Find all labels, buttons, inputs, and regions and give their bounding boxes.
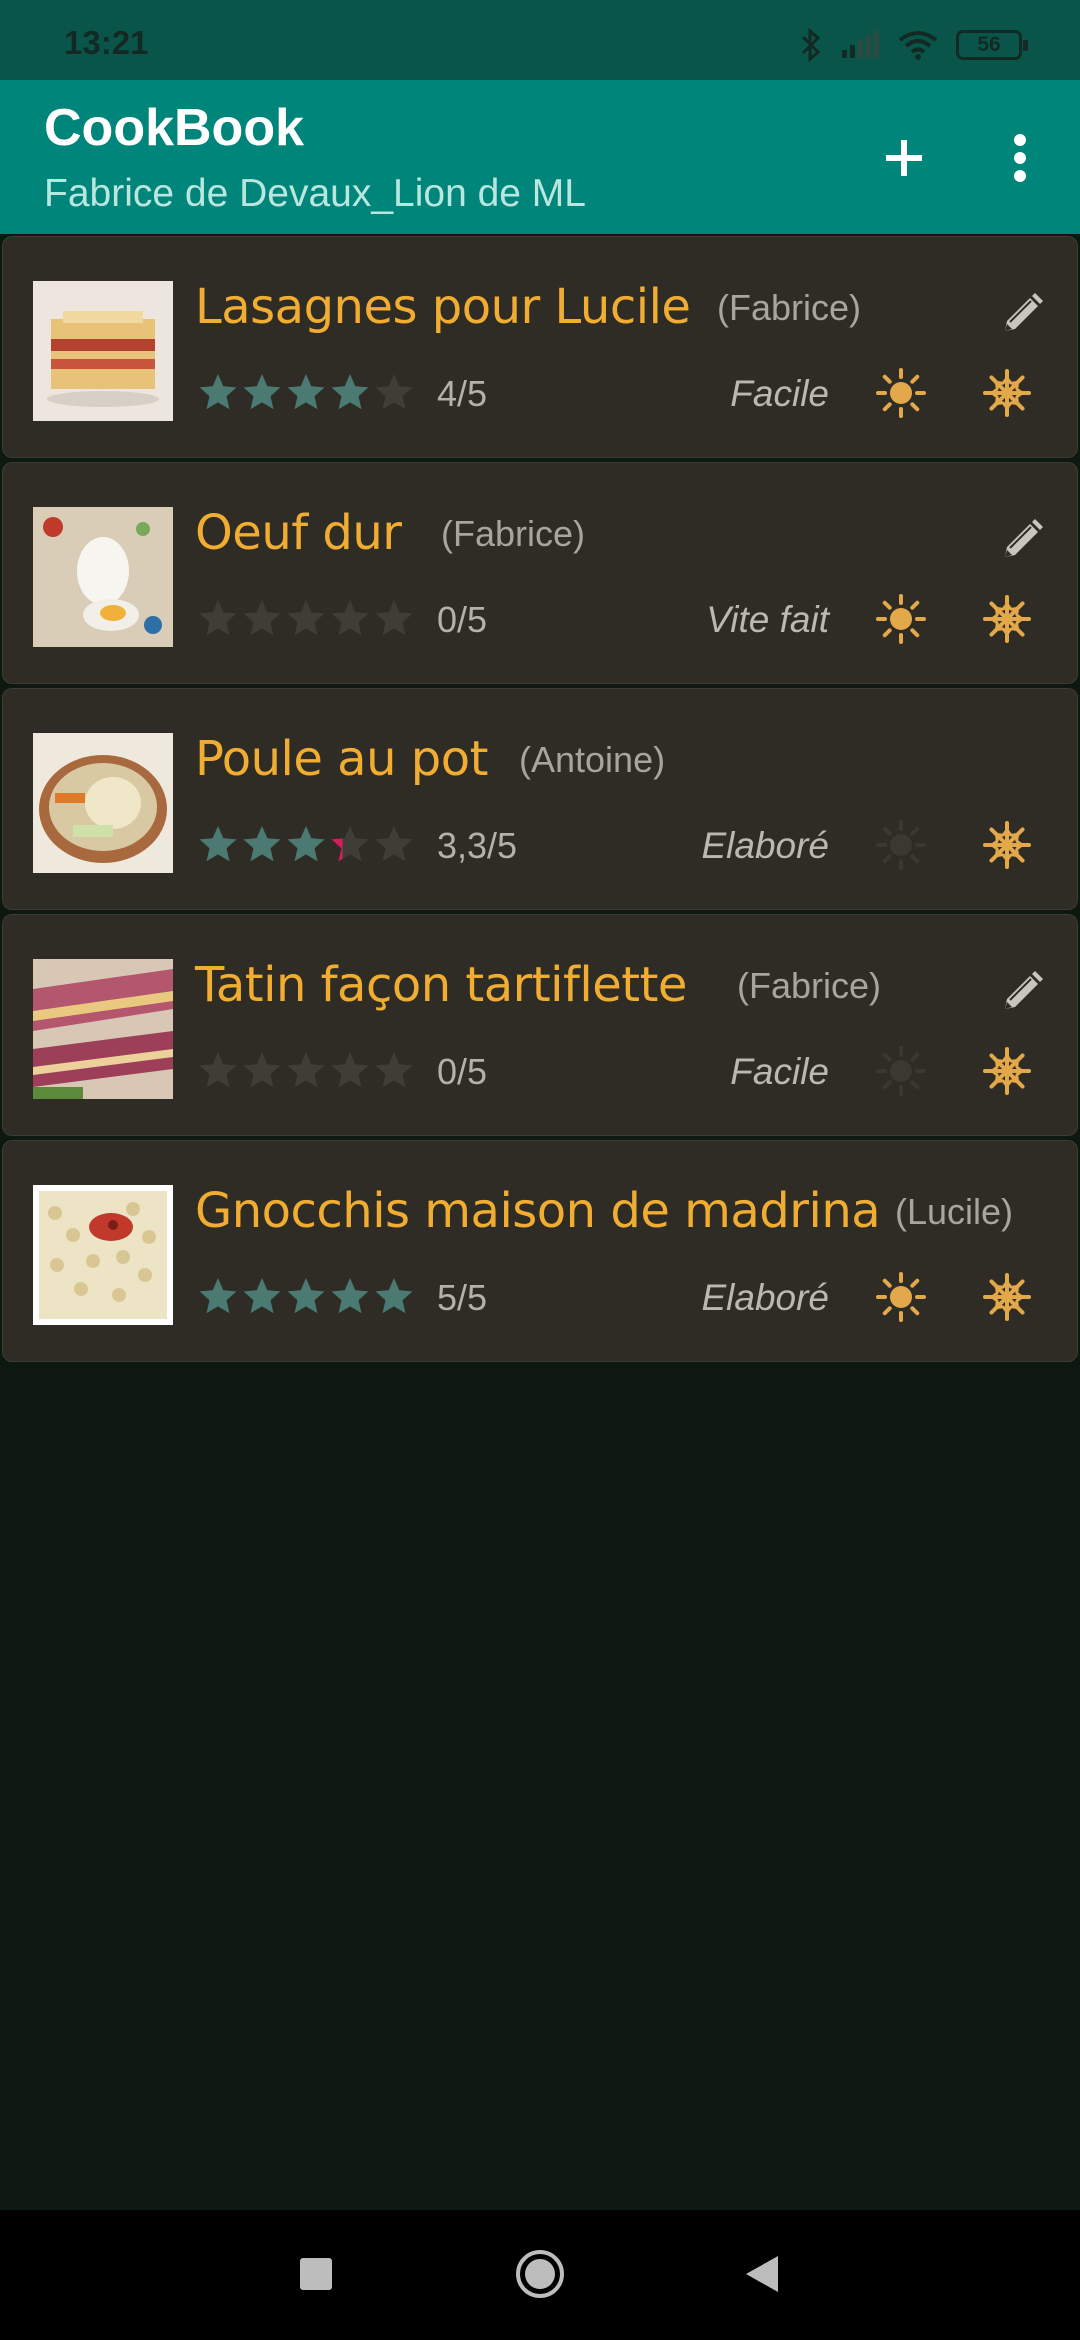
rating-text: 5/5 [437,1277,488,1318]
star-icon [331,374,369,410]
plus-icon [886,140,922,176]
star-icon [375,1052,413,1088]
star-icon [375,600,413,636]
edit-icon[interactable] [997,967,1047,1017]
star-icon [243,826,281,862]
recipe-title: Poule au pot [195,731,488,787]
star-icon [199,1278,237,1314]
star-icon [287,374,325,410]
winter-snowflake-icon [983,595,1031,643]
bluetooth-icon [801,28,821,62]
star-icon [243,600,281,636]
recipe-title: Gnocchis maison de madrina [195,1183,881,1239]
rating-stars [197,1049,415,1091]
star-icon [375,374,413,410]
recipe-thumbnail [33,959,173,1099]
star-icon [199,600,237,636]
recipe-photo [33,1185,173,1325]
add-recipe-button[interactable] [872,126,936,190]
winter-snowflake-icon [983,369,1031,417]
summer-sun-icon [876,820,926,870]
more-vert-icon [1014,134,1026,182]
rating-stars [197,597,415,639]
recipe-title: Oeuf dur [195,505,402,561]
star-icon [331,600,369,636]
summer-sun-icon [876,368,926,418]
recipe-card[interactable]: Poule au pot (Antoine) 3,3/5 Elaboré [2,688,1078,910]
recipe-photo [33,733,173,873]
status-bar: 13:21 56 [0,0,1080,80]
star-icon [287,600,325,636]
difficulty-label: Elaboré [701,1277,829,1318]
recipe-photo [33,281,173,421]
recipe-thumbnail [33,281,173,421]
recipe-card[interactable]: Gnocchis maison de madrina (Lucile) 5/5 … [2,1140,1078,1362]
summer-sun-icon [876,1046,926,1096]
difficulty-label: Facile [730,1051,829,1092]
rating-text: 0/5 [437,599,488,640]
winter-snowflake-icon [983,821,1031,869]
rating-stars [197,371,415,413]
recipe-photo [33,959,173,1099]
star-icon [287,1052,325,1088]
recipe-author: (Fabrice) [737,965,882,1006]
star-icon [199,1052,237,1088]
status-time: 13:21 [64,24,149,61]
app-title: CookBook [44,99,304,157]
summer-sun-icon [876,594,926,644]
status-icons: 56 [800,28,1028,62]
wifi-icon [898,31,938,60]
recipe-author: (Lucile) [895,1191,1014,1232]
winter-snowflake-icon [983,1273,1031,1321]
recipe-author: (Fabrice) [717,287,862,328]
star-icon [243,374,281,410]
app-subtitle: Fabrice de Devaux_Lion de ML [44,172,586,215]
star-icon [375,826,413,862]
rating-stars [197,823,415,865]
rating-text: 3,3/5 [437,825,518,866]
recipe-title: Tatin façon tartiflette [195,957,687,1013]
edit-icon[interactable] [997,515,1047,565]
summer-sun-icon [876,1272,926,1322]
overflow-menu-button[interactable] [1000,126,1040,190]
recipe-photo [33,507,173,647]
recipe-card[interactable]: Tatin façon tartiflette (Fabrice) 0/5 Fa… [2,914,1078,1136]
triangle-back-icon [746,2256,778,2292]
rating-text: 4/5 [437,373,488,414]
recipe-thumbnail [33,1185,173,1325]
star-icon [331,1052,369,1088]
back-button[interactable] [742,2252,782,2296]
difficulty-label: Elaboré [701,825,829,866]
difficulty-label: Facile [730,373,829,414]
star-icon [375,1278,413,1314]
star-icon [331,1278,369,1314]
star-icon [243,1052,281,1088]
home-button[interactable] [514,2248,566,2300]
star-icon [243,1278,281,1314]
difficulty-label: Vite fait [706,599,829,640]
battery-indicator: 56 [956,30,1028,60]
signal-icon [842,30,879,58]
recipe-author: (Antoine) [519,739,666,780]
star-icon [287,826,325,862]
rating-text: 0/5 [437,1051,488,1092]
recipe-author: (Fabrice) [441,513,586,554]
recipe-title: Lasagnes pour Lucile [195,279,691,335]
circle-icon [516,2250,564,2298]
star-icon [199,374,237,410]
star-icon [331,826,369,862]
recipe-thumbnail [33,507,173,647]
rating-stars [197,1275,415,1317]
star-icon [287,1278,325,1314]
recipe-thumbnail [33,733,173,873]
edit-icon[interactable] [997,289,1047,339]
recipe-card[interactable]: Lasagnes pour Lucile (Fabrice) 4/5 Facil… [2,236,1078,458]
winter-snowflake-icon [983,1047,1031,1095]
app-bar: CookBook Fabrice de Devaux_Lion de ML [0,80,1080,234]
recent-apps-button[interactable] [300,2258,332,2290]
system-nav-bar [0,2210,1080,2340]
star-icon [199,826,237,862]
recipe-card[interactable]: Oeuf dur (Fabrice) 0/5 Vite fait [2,462,1078,684]
